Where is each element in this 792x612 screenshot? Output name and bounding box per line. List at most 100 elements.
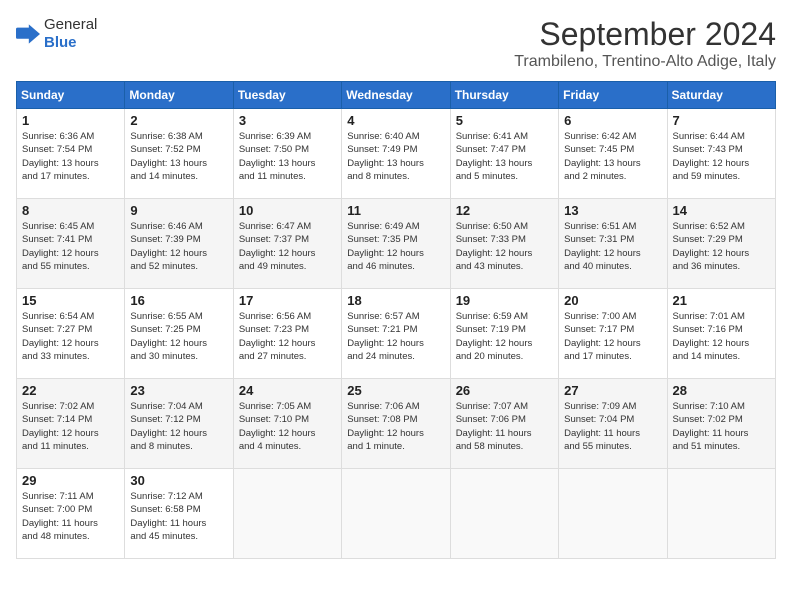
calendar-cell: 12 Sunrise: 6:50 AMSunset: 7:33 PMDayligh… [450,199,558,289]
day-info: Sunrise: 6:50 AMSunset: 7:33 PMDaylight:… [456,220,553,273]
day-info: Sunrise: 7:12 AMSunset: 6:58 PMDaylight:… [130,490,227,543]
day-info: Sunrise: 7:02 AMSunset: 7:14 PMDaylight:… [22,400,119,453]
day-info: Sunrise: 6:51 AMSunset: 7:31 PMDaylight:… [564,220,661,273]
day-number: 9 [130,203,227,218]
day-number: 11 [347,203,444,218]
calendar-cell [559,469,667,559]
day-info: Sunrise: 6:36 AMSunset: 7:54 PMDaylight:… [22,130,119,183]
calendar-cell: 30 Sunrise: 7:12 AMSunset: 6:58 PMDayligh… [125,469,233,559]
day-number: 13 [564,203,661,218]
day-number: 8 [22,203,119,218]
day-info: Sunrise: 7:10 AMSunset: 7:02 PMDaylight:… [673,400,770,453]
day-info: Sunrise: 7:07 AMSunset: 7:06 PMDaylight:… [456,400,553,453]
day-number: 16 [130,293,227,308]
day-number: 1 [22,113,119,128]
calendar-cell: 29 Sunrise: 7:11 AMSunset: 7:00 PMDayligh… [17,469,125,559]
calendar-cell [450,469,558,559]
day-number: 30 [130,473,227,488]
day-number: 19 [456,293,553,308]
weekday-header-thursday: Thursday [450,82,558,109]
day-number: 4 [347,113,444,128]
calendar-cell: 19 Sunrise: 6:59 AMSunset: 7:19 PMDayligh… [450,289,558,379]
calendar-cell: 8Sunrise: 6:45 AMSunset: 7:41 PMDaylight… [17,199,125,289]
calendar-cell: 25 Sunrise: 7:06 AMSunset: 7:08 PMDayligh… [342,379,450,469]
day-number: 2 [130,113,227,128]
logo-general: General [44,16,97,33]
day-info: Sunrise: 6:55 AMSunset: 7:25 PMDaylight:… [130,310,227,363]
weekday-header-row: SundayMondayTuesdayWednesdayThursdayFrid… [17,82,776,109]
week-row-4: 22 Sunrise: 7:02 AMSunset: 7:14 PMDayligh… [17,379,776,469]
day-number: 24 [239,383,336,398]
week-row-5: 29 Sunrise: 7:11 AMSunset: 7:00 PMDayligh… [17,469,776,559]
weekday-header-saturday: Saturday [667,82,775,109]
month-title: September 2024 [514,16,776,53]
calendar-cell: 13 Sunrise: 6:51 AMSunset: 7:31 PMDayligh… [559,199,667,289]
week-row-2: 8Sunrise: 6:45 AMSunset: 7:41 PMDaylight… [17,199,776,289]
week-row-3: 15 Sunrise: 6:54 AMSunset: 7:27 PMDayligh… [17,289,776,379]
day-number: 21 [673,293,770,308]
day-info: Sunrise: 6:56 AMSunset: 7:23 PMDaylight:… [239,310,336,363]
calendar-cell: 4 Sunrise: 6:40 AMSunset: 7:49 PMDaylight… [342,109,450,199]
day-number: 25 [347,383,444,398]
title-area: September 2024 Trambileno, Trentino-Alto… [514,16,776,71]
day-number: 14 [673,203,770,218]
day-info: Sunrise: 6:39 AMSunset: 7:50 PMDaylight:… [239,130,336,183]
calendar-cell: 20 Sunrise: 7:00 AMSunset: 7:17 PMDayligh… [559,289,667,379]
calendar-cell: 5 Sunrise: 6:41 AMSunset: 7:47 PMDaylight… [450,109,558,199]
weekday-header-tuesday: Tuesday [233,82,341,109]
day-number: 12 [456,203,553,218]
day-info: Sunrise: 6:38 AMSunset: 7:52 PMDaylight:… [130,130,227,183]
location-title: Trambileno, Trentino-Alto Adige, Italy [514,53,776,71]
day-info: Sunrise: 7:04 AMSunset: 7:12 PMDaylight:… [130,400,227,453]
day-info: Sunrise: 6:46 AMSunset: 7:39 PMDaylight:… [130,220,227,273]
weekday-header-friday: Friday [559,82,667,109]
day-info: Sunrise: 7:06 AMSunset: 7:08 PMDaylight:… [347,400,444,453]
day-number: 15 [22,293,119,308]
day-info: Sunrise: 7:11 AMSunset: 7:00 PMDaylight:… [22,490,119,543]
day-number: 18 [347,293,444,308]
day-number: 27 [564,383,661,398]
calendar-cell: 22 Sunrise: 7:02 AMSunset: 7:14 PMDayligh… [17,379,125,469]
weekday-header-sunday: Sunday [17,82,125,109]
calendar-cell: 28Sunrise: 7:10 AMSunset: 7:02 PMDayligh… [667,379,775,469]
day-info: Sunrise: 6:52 AMSunset: 7:29 PMDaylight:… [673,220,770,273]
calendar-cell [233,469,341,559]
day-info: Sunrise: 6:40 AMSunset: 7:49 PMDaylight:… [347,130,444,183]
day-info: Sunrise: 7:01 AMSunset: 7:16 PMDaylight:… [673,310,770,363]
header: General Blue September 2024 Trambileno, … [16,16,776,71]
calendar-cell: 9 Sunrise: 6:46 AMSunset: 7:39 PMDaylight… [125,199,233,289]
calendar-cell: 16 Sunrise: 6:55 AMSunset: 7:25 PMDayligh… [125,289,233,379]
day-number: 17 [239,293,336,308]
day-info: Sunrise: 6:41 AMSunset: 7:47 PMDaylight:… [456,130,553,183]
day-info: Sunrise: 6:49 AMSunset: 7:35 PMDaylight:… [347,220,444,273]
day-info: Sunrise: 7:05 AMSunset: 7:10 PMDaylight:… [239,400,336,453]
day-number: 3 [239,113,336,128]
day-info: Sunrise: 6:42 AMSunset: 7:45 PMDaylight:… [564,130,661,183]
day-info: Sunrise: 7:00 AMSunset: 7:17 PMDaylight:… [564,310,661,363]
day-number: 20 [564,293,661,308]
day-info: Sunrise: 6:57 AMSunset: 7:21 PMDaylight:… [347,310,444,363]
weekday-header-wednesday: Wednesday [342,82,450,109]
day-number: 6 [564,113,661,128]
calendar-cell: 18 Sunrise: 6:57 AMSunset: 7:21 PMDayligh… [342,289,450,379]
weekday-header-monday: Monday [125,82,233,109]
day-number: 22 [22,383,119,398]
day-info: Sunrise: 6:59 AMSunset: 7:19 PMDaylight:… [456,310,553,363]
day-info: Sunrise: 6:54 AMSunset: 7:27 PMDaylight:… [22,310,119,363]
day-number: 7 [673,113,770,128]
day-number: 5 [456,113,553,128]
week-row-1: 1 Sunrise: 6:36 AMSunset: 7:54 PMDaylight… [17,109,776,199]
calendar-cell: 7Sunrise: 6:44 AMSunset: 7:43 PMDaylight… [667,109,775,199]
calendar-cell [667,469,775,559]
calendar-cell: 17 Sunrise: 6:56 AMSunset: 7:23 PMDayligh… [233,289,341,379]
day-info: Sunrise: 6:47 AMSunset: 7:37 PMDaylight:… [239,220,336,273]
day-number: 29 [22,473,119,488]
calendar-cell: 6 Sunrise: 6:42 AMSunset: 7:45 PMDaylight… [559,109,667,199]
day-number: 26 [456,383,553,398]
logo-blue: Blue [44,34,77,51]
calendar-cell: 21 Sunrise: 7:01 AMSunset: 7:16 PMDayligh… [667,289,775,379]
calendar-cell: 10Sunrise: 6:47 AMSunset: 7:37 PMDayligh… [233,199,341,289]
calendar-cell: 3 Sunrise: 6:39 AMSunset: 7:50 PMDaylight… [233,109,341,199]
logo: General Blue [16,16,97,52]
calendar-cell: 24 Sunrise: 7:05 AMSunset: 7:10 PMDayligh… [233,379,341,469]
